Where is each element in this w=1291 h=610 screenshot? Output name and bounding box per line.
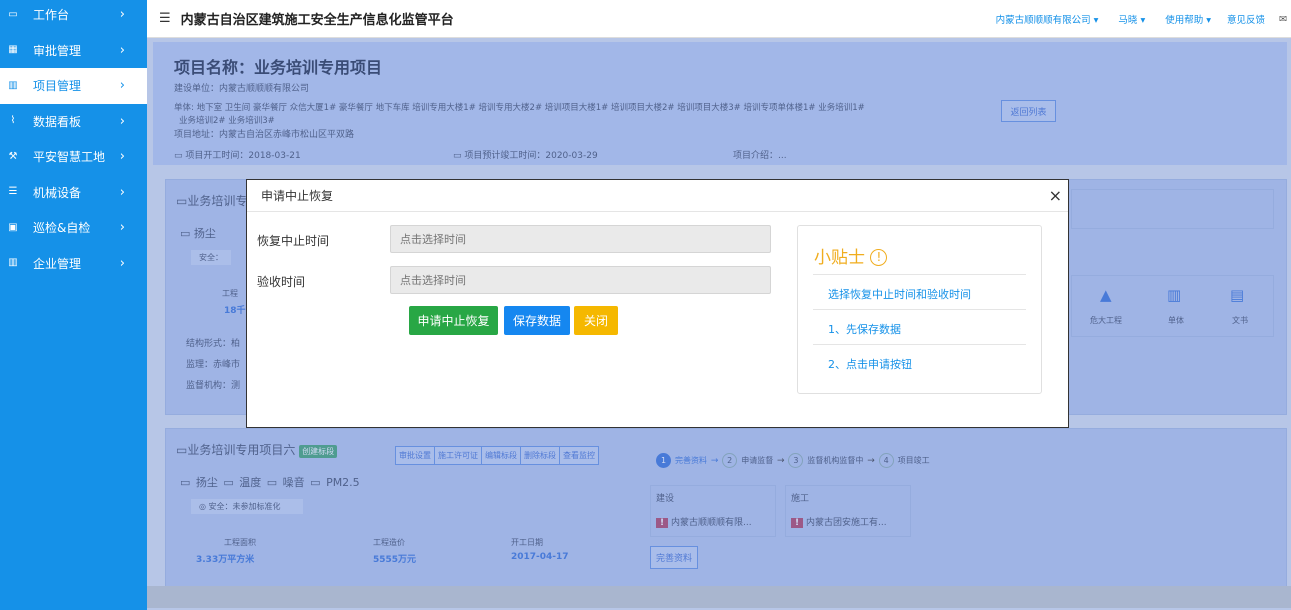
sidebar-item-label: 数据看板 — [33, 114, 82, 129]
feedback-link[interactable]: 意见反馈 — [1227, 12, 1265, 26]
info-icon: ! — [870, 249, 888, 266]
help-dropdown[interactable]: 使用帮助 ▾ — [1165, 12, 1211, 26]
bottom-scrollbar[interactable] — [147, 586, 1291, 608]
chevron-right-icon: › — [119, 255, 125, 271]
chevron-right-icon: › — [119, 184, 125, 200]
sidebar-item-label: 项目管理 — [33, 79, 82, 94]
sidebar-item-label: 机械设备 — [33, 185, 82, 200]
close-icon[interactable]: × — [1049, 186, 1062, 205]
chevron-right-icon: › — [119, 78, 125, 93]
chevron-right-icon: › — [119, 113, 125, 129]
sidebar-item-workbench[interactable]: ▭ 工作台 › — [0, 0, 147, 33]
sidebar-item-machinery[interactable]: ☰ 机械设备 › — [0, 175, 147, 211]
top-nav: 内蒙古顺顺顺有限公司 ▾ 马晓 ▾ 使用帮助 ▾ 意见反馈 ✉ — [976, 0, 1287, 38]
acceptance-time-label: 验收时间 — [257, 275, 306, 289]
sidebar: ▭ 工作台 › ▦ 审批管理 › ▥ 项目管理 › ⌇ 数据看板 › ⚒ 平安智… — [0, 0, 147, 610]
sidebar-item-label: 工作台 — [33, 8, 70, 23]
table-icon: ▦ — [8, 44, 18, 56]
monitor-icon: ▭ — [8, 8, 18, 20]
sidebar-item-label: 审批管理 — [33, 43, 82, 58]
user-dropdown[interactable]: 马晓 ▾ — [1118, 12, 1145, 26]
tip-2: 1、先保存数据 — [813, 309, 1026, 344]
mail-icon[interactable]: ✉ — [1279, 14, 1287, 25]
sidebar-item-label: 平安智慧工地 — [33, 150, 106, 165]
company-icon: ▥ — [8, 257, 18, 269]
close-button[interactable]: 关闭 — [574, 306, 618, 335]
chevron-right-icon: › — [119, 7, 125, 22]
building-icon: ▥ — [8, 79, 18, 91]
tip-1: 选择恢复中止时间和验收时间 — [813, 274, 1026, 309]
tips-title: 小贴士 ! — [814, 243, 888, 268]
modal-title: 申请中止恢复 — [261, 189, 334, 203]
company-dropdown[interactable]: 内蒙古顺顺顺有限公司 ▾ — [996, 12, 1099, 26]
page-title: 内蒙古自治区建筑施工安全生产信息化监管平台 — [180, 13, 454, 28]
chevron-right-icon: › — [119, 42, 125, 58]
sidebar-item-enterprise[interactable]: ▥ 企业管理 › — [0, 246, 147, 282]
chevron-right-icon: › — [119, 220, 125, 235]
chart-icon: ⌇ — [10, 115, 16, 127]
sidebar-item-dashboard[interactable]: ⌇ 数据看板 › — [0, 104, 147, 140]
machine-icon: ☰ — [8, 186, 18, 198]
apply-resume-button[interactable]: 申请中止恢复 — [409, 306, 498, 335]
sidebar-item-inspection[interactable]: ▣ 巡检&自检 › — [0, 210, 147, 246]
hammer-icon: ⚒ — [8, 150, 18, 162]
topbar: ☰ 内蒙古自治区建筑施工安全生产信息化监管平台 内蒙古顺顺顺有限公司 ▾ 马晓 … — [147, 0, 1291, 38]
acceptance-time-input[interactable] — [390, 266, 771, 294]
sidebar-item-label: 巡检&自检 — [33, 221, 91, 236]
tip-3: 2、点击申请按钮 — [813, 344, 1026, 379]
save-data-button[interactable]: 保存数据 — [504, 306, 570, 335]
tips-panel: 小贴士 ! 选择恢复中止时间和验收时间 1、先保存数据 2、点击申请按钮 — [797, 225, 1042, 394]
sidebar-item-approval[interactable]: ▦ 审批管理 › — [0, 33, 147, 69]
resume-modal: 申请中止恢复 × 恢复中止时间 验收时间 申请中止恢复 保存数据 关闭 小贴士 … — [246, 179, 1069, 428]
menu-icon[interactable]: ☰ — [159, 11, 171, 26]
sidebar-item-smart-site[interactable]: ⚒ 平安智慧工地 › — [0, 139, 147, 175]
resume-time-label: 恢复中止时间 — [257, 234, 330, 248]
sidebar-item-label: 企业管理 — [33, 256, 82, 271]
tips-title-text: 小贴士 — [814, 248, 865, 268]
resume-time-input[interactable] — [390, 225, 771, 253]
modal-header: 申请中止恢复 — [247, 180, 1068, 212]
sidebar-item-projects[interactable]: ▥ 项目管理 › — [0, 68, 147, 104]
chevron-right-icon: › — [119, 149, 125, 164]
clipboard-icon: ▣ — [8, 221, 18, 233]
